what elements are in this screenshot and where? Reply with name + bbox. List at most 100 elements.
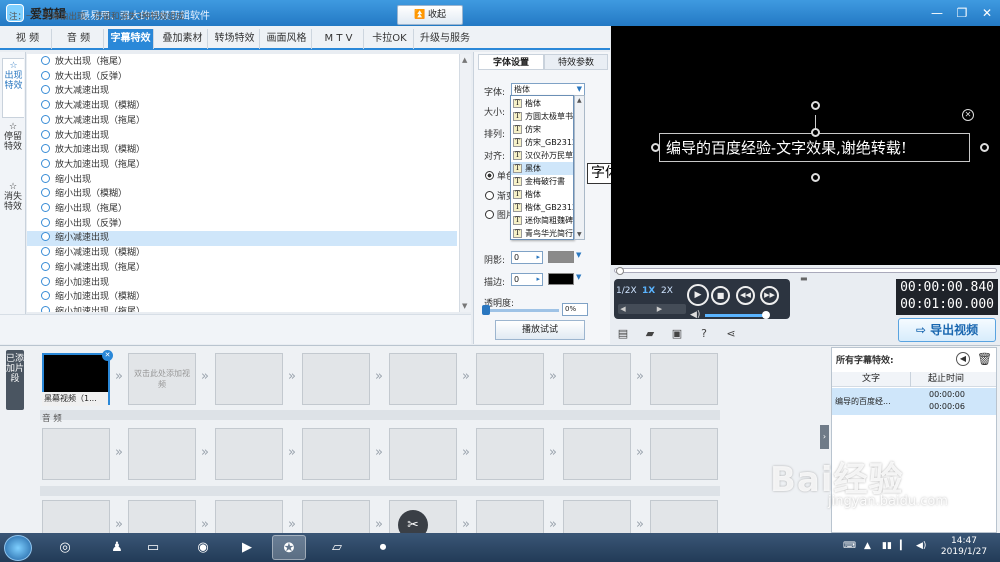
speed-double-button[interactable]: 2X — [661, 286, 673, 296]
clip-slot[interactable] — [476, 428, 544, 480]
seek-handle[interactable] — [616, 267, 624, 275]
side-tab-appear[interactable]: ☆ 出现特效 — [2, 58, 24, 118]
side-tab-disappear[interactable]: ☆ 消失特效 — [2, 182, 24, 238]
tab-overlay[interactable]: 叠加素材 — [158, 29, 208, 49]
font-option[interactable]: T 仿宋_GB2312 — [511, 136, 573, 149]
clip-slot[interactable] — [563, 353, 631, 405]
firefox-icon[interactable]: ◉ — [186, 535, 220, 560]
tab-karaoke[interactable]: 卡拉OK — [366, 29, 414, 49]
volume-slider[interactable] — [705, 314, 765, 317]
effect-item[interactable]: 缩小出现（模糊） — [27, 187, 457, 202]
chevron-down-icon[interactable]: ▼ — [576, 251, 581, 259]
clip-slot[interactable] — [42, 428, 110, 480]
effect-item[interactable]: 放大出现（反弹） — [27, 70, 457, 85]
stroke-input[interactable]: 0 ▸ — [511, 273, 543, 286]
record-app-icon[interactable]: ⏺ — [366, 535, 400, 560]
maximize-button[interactable]: ❐ — [953, 4, 971, 22]
clip-slot[interactable] — [563, 428, 631, 480]
timeline-collapse-icon[interactable]: › — [820, 425, 829, 449]
keyboard-icon[interactable]: ⌨ — [843, 541, 856, 551]
clip-slot[interactable] — [215, 428, 283, 480]
effect-item[interactable]: 缩小出现（反弹） — [27, 217, 457, 232]
clip-slot[interactable] — [650, 353, 718, 405]
effect-item[interactable]: 缩小出现 — [27, 173, 457, 188]
tab-transitions[interactable]: 转场特效 — [210, 29, 260, 49]
font-option[interactable]: T 仿宋 — [511, 123, 573, 136]
effect-item[interactable]: 缩小出现（拖尾） — [27, 202, 457, 217]
font-option[interactable]: T 方圆太极草书 — [511, 110, 573, 123]
clip-slot[interactable] — [128, 428, 196, 480]
effect-item[interactable]: 缩小减速出现（模糊） — [27, 246, 457, 261]
font-option[interactable]: T 汉仪孙万民草 — [511, 149, 573, 162]
scroll-up-icon[interactable]: ▲ — [577, 97, 582, 104]
opacity-input[interactable]: 0% — [562, 303, 588, 316]
opacity-slider[interactable] — [484, 309, 559, 312]
clip-slot[interactable] — [389, 428, 457, 480]
seek-bar[interactable] — [614, 268, 997, 273]
taskbar-clock[interactable]: 14:47 2019/1/27 — [935, 536, 993, 558]
tab-picture-style[interactable]: 画面风格 — [262, 29, 312, 49]
scroll-down-icon[interactable]: ▼ — [462, 302, 467, 310]
stop-icon[interactable]: ■ — [711, 286, 730, 305]
share-icon[interactable]: ⋖ — [724, 327, 738, 340]
effect-item[interactable]: 缩小加速出现（模糊） — [27, 290, 457, 305]
font-option[interactable]: T 黑体 — [511, 162, 573, 175]
start-button[interactable] — [4, 535, 32, 561]
scroll-down-icon[interactable]: ▼ — [577, 231, 582, 238]
resize-handle-left[interactable] — [651, 143, 660, 152]
effect-item[interactable]: 放大加速出现（模糊） — [27, 143, 457, 158]
media-player-icon[interactable]: ▶ — [230, 535, 264, 560]
effect-list-scrollbar[interactable]: ▲ ▼ — [459, 54, 471, 312]
export-video-button[interactable]: ⇨ 导出视频 — [898, 318, 996, 342]
opacity-slider-handle[interactable] — [482, 305, 490, 315]
effect-item[interactable]: 缩小加速出现（拖尾） — [27, 305, 457, 312]
tab-font-settings[interactable]: 字体设置 — [478, 54, 544, 70]
tab-subtitle-effects[interactable]: 字幕特效 — [108, 29, 154, 49]
clip-slot[interactable] — [389, 353, 457, 405]
window-app-icon[interactable]: ▱ — [320, 535, 354, 560]
clip-slot[interactable] — [650, 428, 718, 480]
close-button[interactable]: ✕ — [978, 4, 996, 22]
new-project-icon[interactable]: ▤ — [616, 327, 630, 340]
effect-item[interactable]: 放大减速出现 — [27, 84, 457, 99]
font-option[interactable]: T 楷体_GB2312 — [511, 201, 573, 214]
trash-icon[interactable]: 🗑 — [977, 352, 992, 366]
resize-handle-top[interactable] — [811, 128, 820, 137]
next-frame-icon[interactable]: ▶▶ — [760, 286, 779, 305]
add-video-hint[interactable]: 双击此处添加视频 — [131, 368, 193, 390]
caption-close-icon[interactable]: ✕ — [962, 109, 974, 121]
effect-item[interactable]: 缩小减速出现 — [27, 231, 457, 247]
tab-audio[interactable]: 音 频 — [54, 29, 104, 49]
effect-item[interactable]: 放大加速出现（拖尾） — [27, 158, 457, 173]
effect-item[interactable]: 放大减速出现（模糊） — [27, 99, 457, 114]
chevron-down-icon[interactable]: ▼ — [576, 273, 581, 281]
collapse-button[interactable]: ⏫ 收起 — [397, 5, 463, 25]
play-icon[interactable]: ▶ — [687, 284, 709, 306]
minimize-button[interactable]: — — [928, 4, 946, 22]
clip-slot[interactable] — [476, 353, 544, 405]
frame-step-bar[interactable]: ◀ ▶ — [618, 304, 686, 314]
expand-icon[interactable]: ▬ — [800, 274, 808, 283]
side-tab-stay[interactable]: ☆ 停留特效 — [2, 122, 24, 178]
tab-mtv[interactable]: M T V — [314, 29, 364, 49]
signal-icon[interactable]: ▎ — [900, 541, 907, 551]
back-icon[interactable]: ◀ — [956, 352, 970, 366]
rotate-handle[interactable] — [811, 101, 820, 110]
font-option[interactable]: T 青鸟华光简行 — [511, 227, 573, 239]
font-dropdown-scrollbar[interactable]: ▲ ▼ — [574, 95, 585, 240]
volume-tray-icon[interactable]: ◀) — [916, 541, 926, 551]
font-option[interactable]: T 金梅破行書 — [511, 175, 573, 188]
font-option[interactable]: T 楷体 — [511, 188, 573, 201]
save-icon[interactable]: ▣ — [670, 327, 684, 340]
subtitle-table-row[interactable]: 编导的百度经... 00:00:00 00:00:06 — [832, 388, 996, 415]
tab-effect-params[interactable]: 特效参数 — [544, 54, 608, 70]
resize-handle-right[interactable] — [980, 143, 989, 152]
shadow-color-swatch[interactable] — [548, 251, 574, 263]
help-icon[interactable]: ? — [697, 327, 711, 340]
effect-item[interactable]: 缩小减速出现（拖尾） — [27, 261, 457, 276]
clip-slot[interactable] — [215, 353, 283, 405]
remove-clip-icon[interactable]: ✕ — [102, 350, 113, 361]
tray-expand-icon[interactable]: ▲ — [864, 541, 871, 551]
stroke-color-swatch[interactable] — [548, 273, 574, 285]
qq-icon[interactable]: ♟ — [100, 535, 134, 560]
